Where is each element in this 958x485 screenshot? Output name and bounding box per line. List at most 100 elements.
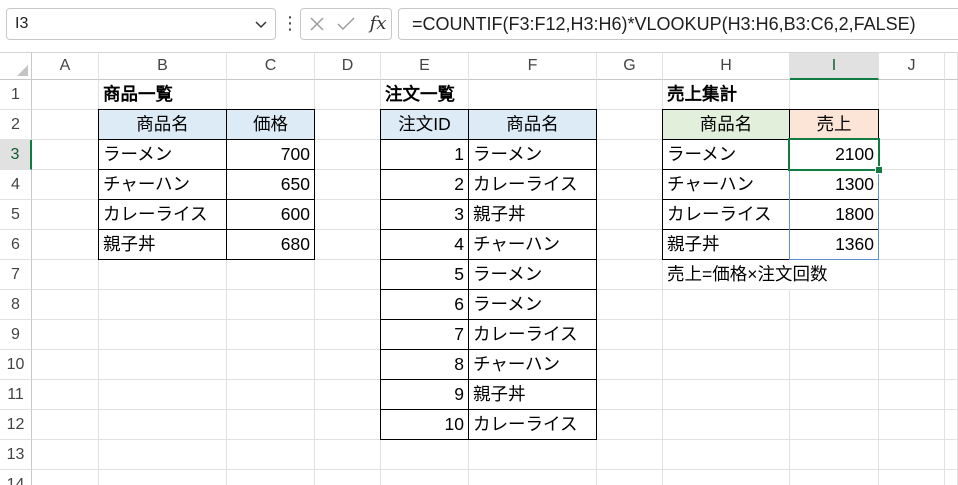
cell-H8[interactable] bbox=[663, 290, 790, 320]
cell[interactable] bbox=[945, 200, 958, 230]
cell-E11[interactable]: 9 bbox=[380, 379, 469, 410]
cell-A11[interactable] bbox=[32, 380, 99, 410]
fill-handle[interactable] bbox=[875, 166, 883, 174]
cell-G1[interactable] bbox=[597, 80, 663, 110]
cell-G10[interactable] bbox=[597, 350, 663, 380]
cell[interactable] bbox=[945, 170, 958, 200]
name-box-value[interactable]: I3 bbox=[15, 9, 28, 39]
cell-B6[interactable]: 親子丼 bbox=[98, 229, 227, 260]
cell-F10[interactable]: チャーハン bbox=[468, 349, 597, 380]
cell-D12[interactable] bbox=[315, 410, 381, 440]
cell-H13[interactable] bbox=[663, 440, 790, 470]
cell-D8[interactable] bbox=[315, 290, 381, 320]
cell-I1[interactable] bbox=[790, 80, 879, 110]
cell-G3[interactable] bbox=[597, 140, 663, 170]
cell-A3[interactable] bbox=[32, 140, 99, 170]
cell-B11[interactable] bbox=[99, 380, 227, 410]
cell-D5[interactable] bbox=[315, 200, 381, 230]
cell-A13[interactable] bbox=[32, 440, 99, 470]
cell-E9[interactable]: 7 bbox=[380, 319, 469, 350]
cell-I12[interactable] bbox=[790, 410, 879, 440]
cell-E1[interactable]: 注文一覧 bbox=[381, 80, 469, 110]
cell-D13[interactable] bbox=[315, 440, 381, 470]
cell-G11[interactable] bbox=[597, 380, 663, 410]
column-header-F[interactable]: F bbox=[469, 52, 597, 80]
cell[interactable] bbox=[945, 230, 958, 260]
row-header-3[interactable]: 3 bbox=[0, 140, 32, 170]
cell-E4[interactable]: 2 bbox=[380, 169, 469, 200]
cell-E3[interactable]: 1 bbox=[380, 139, 469, 170]
cell-E13[interactable] bbox=[381, 440, 469, 470]
cell-B8[interactable] bbox=[99, 290, 227, 320]
cell-H6[interactable]: 親子丼 bbox=[662, 229, 790, 260]
cell-J4[interactable] bbox=[879, 170, 945, 200]
cell-H2[interactable]: 商品名 bbox=[662, 109, 790, 140]
cell-J10[interactable] bbox=[879, 350, 945, 380]
cell-I8[interactable] bbox=[790, 290, 879, 320]
cell-F7[interactable]: ラーメン bbox=[468, 259, 597, 290]
cell-G13[interactable] bbox=[597, 440, 663, 470]
row-header-13[interactable]: 13 bbox=[0, 440, 32, 470]
cell-B10[interactable] bbox=[99, 350, 227, 380]
column-header-H[interactable]: H bbox=[663, 52, 790, 80]
cell-H10[interactable] bbox=[663, 350, 790, 380]
cell-C8[interactable] bbox=[227, 290, 315, 320]
cell-J9[interactable] bbox=[879, 320, 945, 350]
cell-A12[interactable] bbox=[32, 410, 99, 440]
cell[interactable] bbox=[945, 380, 958, 410]
cell-F1[interactable] bbox=[469, 80, 597, 110]
cell-C9[interactable] bbox=[227, 320, 315, 350]
cell-D11[interactable] bbox=[315, 380, 381, 410]
cell-B13[interactable] bbox=[99, 440, 227, 470]
cell[interactable] bbox=[945, 140, 958, 170]
cell[interactable] bbox=[945, 440, 958, 470]
cell-C5[interactable]: 600 bbox=[226, 199, 315, 230]
row-header-14[interactable]: 14 bbox=[0, 470, 32, 485]
row-header-12[interactable]: 12 bbox=[0, 410, 32, 440]
cell-A14[interactable] bbox=[32, 470, 99, 485]
column-header-J[interactable]: J bbox=[879, 52, 945, 80]
cell-D2[interactable] bbox=[315, 110, 381, 140]
cell-F2[interactable]: 商品名 bbox=[468, 109, 597, 140]
cell-H9[interactable] bbox=[663, 320, 790, 350]
formula-input[interactable]: =COUNTIF(F3:F12,H3:H6)*VLOOKUP(H3:H6,B3:… bbox=[398, 8, 958, 40]
row-header-4[interactable]: 4 bbox=[0, 170, 32, 200]
cell-E10[interactable]: 8 bbox=[380, 349, 469, 380]
cell-J13[interactable] bbox=[879, 440, 945, 470]
cell-I9[interactable] bbox=[790, 320, 879, 350]
column-header-E[interactable]: E bbox=[381, 52, 469, 80]
x-icon[interactable] bbox=[308, 15, 326, 33]
cell-G9[interactable] bbox=[597, 320, 663, 350]
cell-F13[interactable] bbox=[469, 440, 597, 470]
cell-G4[interactable] bbox=[597, 170, 663, 200]
cell-D7[interactable] bbox=[315, 260, 381, 290]
cell-D10[interactable] bbox=[315, 350, 381, 380]
cell-C10[interactable] bbox=[227, 350, 315, 380]
cell-F6[interactable]: チャーハン bbox=[468, 229, 597, 260]
cell-B4[interactable]: チャーハン bbox=[98, 169, 227, 200]
row-header-7[interactable]: 7 bbox=[0, 260, 32, 290]
cell-B14[interactable] bbox=[99, 470, 227, 485]
cell-H4[interactable]: チャーハン bbox=[662, 169, 790, 200]
row-header-8[interactable]: 8 bbox=[0, 290, 32, 320]
cell-A2[interactable] bbox=[32, 110, 99, 140]
cell-C1[interactable] bbox=[227, 80, 315, 110]
cell-C7[interactable] bbox=[227, 260, 315, 290]
column-header-I[interactable]: I bbox=[790, 52, 879, 80]
select-all-button[interactable] bbox=[0, 52, 32, 80]
cell-A9[interactable] bbox=[32, 320, 99, 350]
cell-I10[interactable] bbox=[790, 350, 879, 380]
column-header-B[interactable]: B bbox=[99, 52, 227, 80]
cell-D4[interactable] bbox=[315, 170, 381, 200]
cell-B12[interactable] bbox=[99, 410, 227, 440]
column-header-A[interactable]: A bbox=[32, 52, 99, 80]
cell-A7[interactable] bbox=[32, 260, 99, 290]
cell-B5[interactable]: カレーライス bbox=[98, 199, 227, 230]
cell-F3[interactable]: ラーメン bbox=[468, 139, 597, 170]
cell-B2[interactable]: 商品名 bbox=[98, 109, 227, 140]
cell-I2[interactable]: 売上 bbox=[789, 109, 879, 140]
cell-G12[interactable] bbox=[597, 410, 663, 440]
cell-E7[interactable]: 5 bbox=[380, 259, 469, 290]
cell-F4[interactable]: カレーライス bbox=[468, 169, 597, 200]
cell-C6[interactable]: 680 bbox=[226, 229, 315, 260]
